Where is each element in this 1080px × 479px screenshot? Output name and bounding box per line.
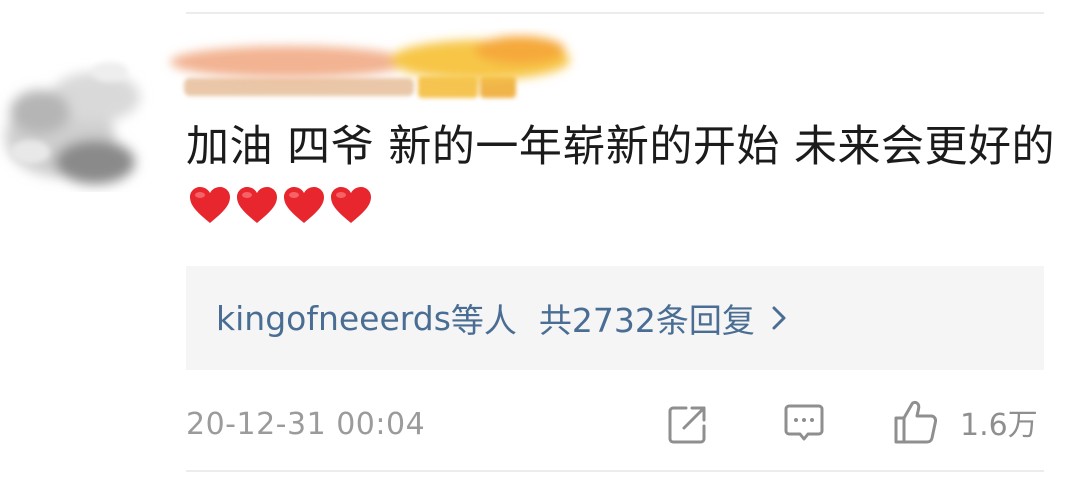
thumbs-up-icon[interactable]: [892, 398, 940, 446]
share-icon[interactable]: [666, 402, 710, 446]
chevron-right-icon[interactable]: [771, 305, 787, 331]
reply-users-link[interactable]: kingofneeerds: [216, 299, 451, 338]
comment-footer: 20-12-31 00:04 1.6万: [186, 398, 1044, 450]
reply-count-link[interactable]: 共2732条回复: [539, 294, 755, 342]
heart-icon: [329, 185, 373, 225]
like-button[interactable]: 1.6万: [892, 398, 1038, 446]
bottom-divider: [186, 470, 1044, 472]
avatar[interactable]: [0, 42, 160, 192]
timestamp: 20-12-31 00:04: [186, 406, 426, 442]
like-count: 1.6万: [960, 408, 1038, 443]
comment-body: 加油 四爷 新的一年崭新的开始 未来会更好的: [186, 122, 1056, 172]
reply-users-suffix: 等人: [450, 301, 517, 340]
comment-text: 加油 四爷 新的一年崭新的开始 未来会更好的: [186, 118, 1056, 234]
top-divider: [186, 12, 1044, 14]
heart-emojis: [188, 185, 373, 225]
heart-icon: [235, 185, 279, 225]
heart-icon: [282, 185, 326, 225]
heart-icon: [188, 185, 232, 225]
comment-icon[interactable]: [782, 402, 826, 446]
replies-summary[interactable]: kingofneeerds 等人 共2732条回复: [186, 266, 1044, 370]
username-redacted[interactable]: [160, 28, 580, 108]
